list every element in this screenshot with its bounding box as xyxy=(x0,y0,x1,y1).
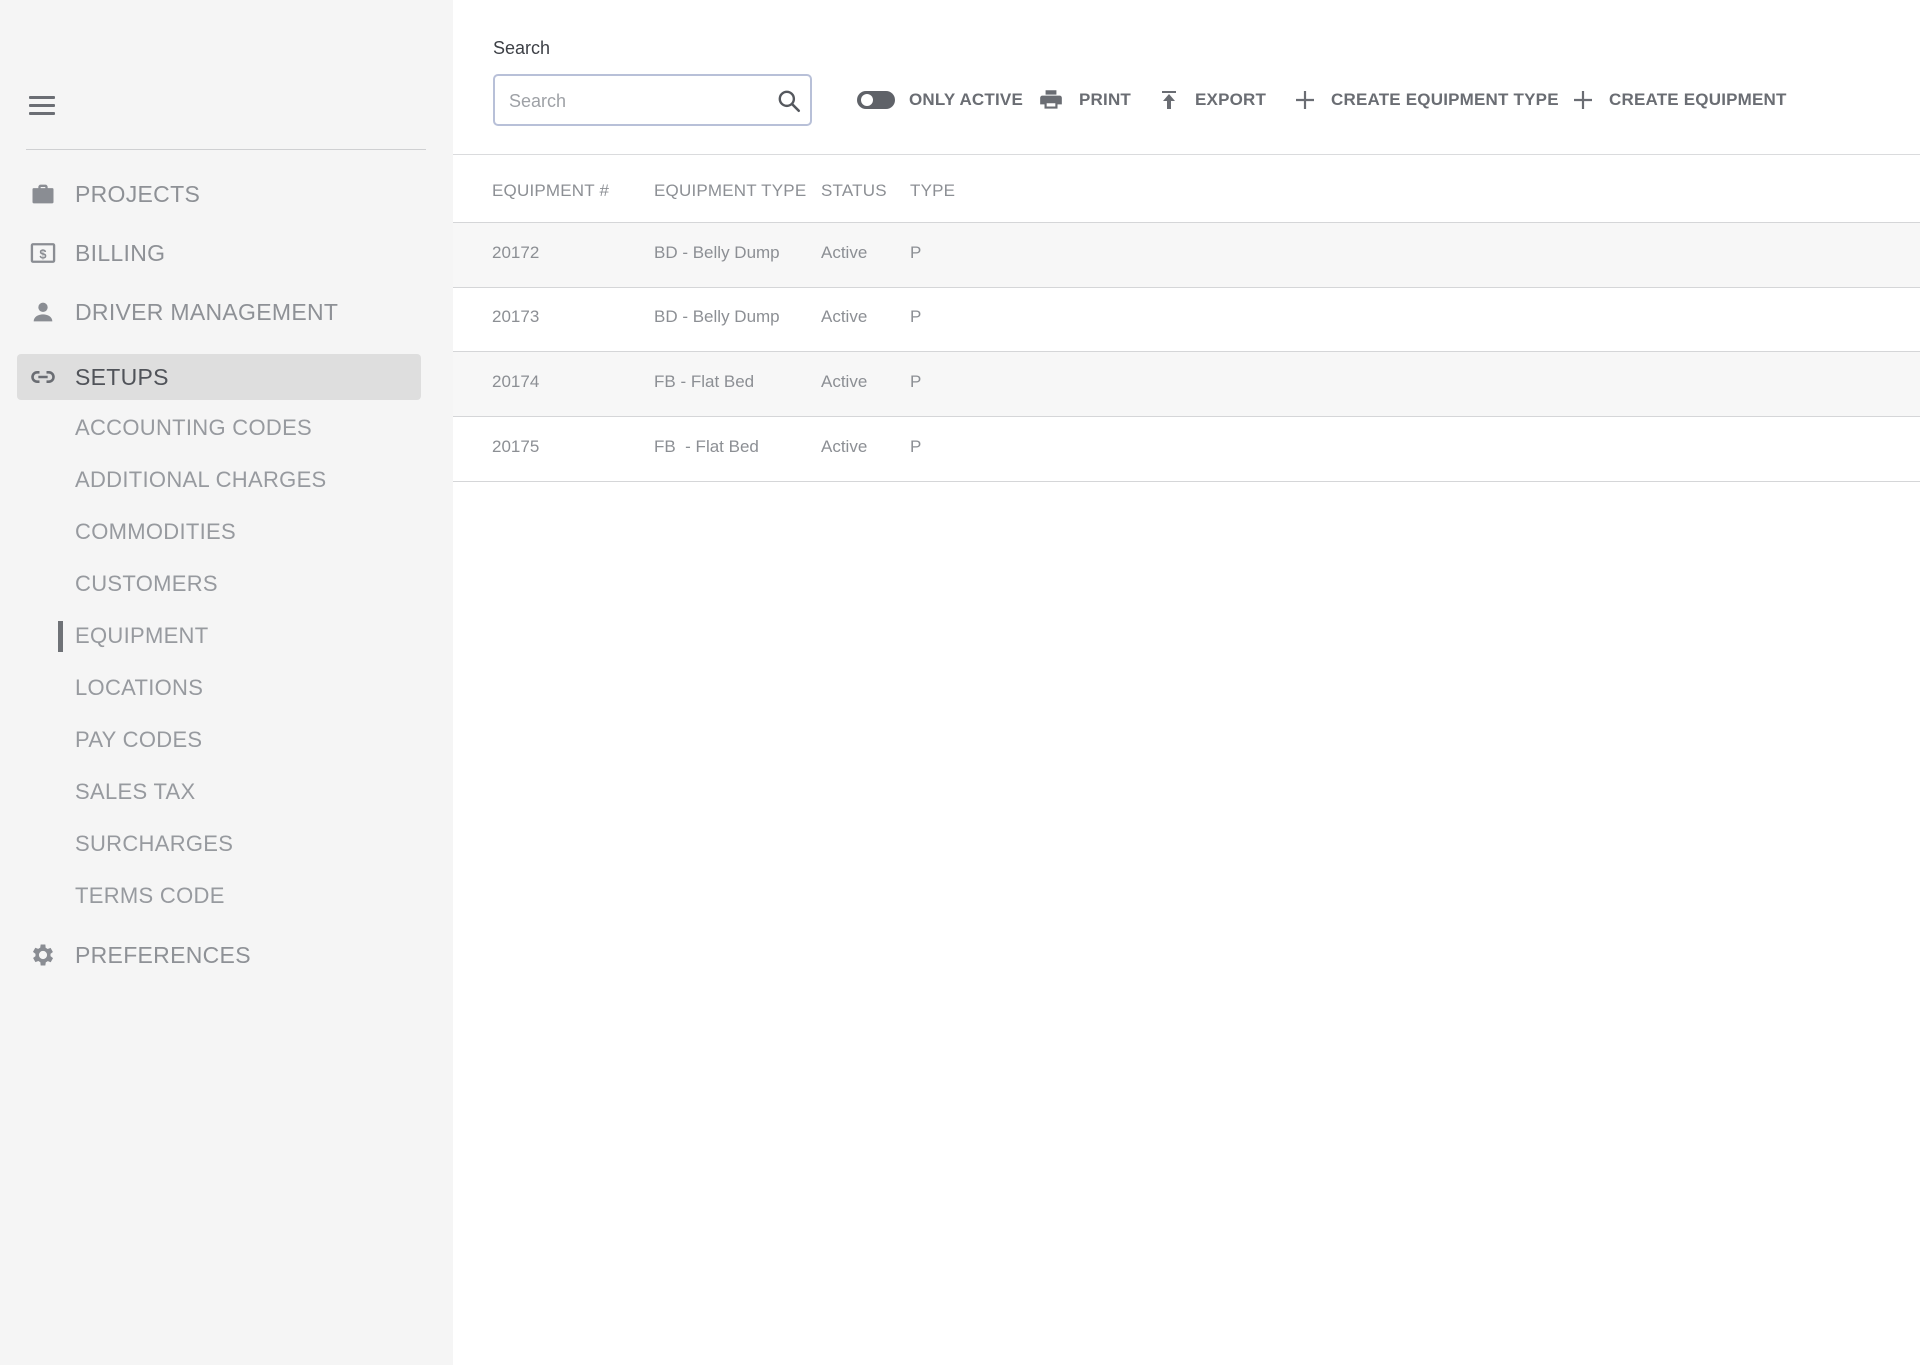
cell-equipment-type: BD - Belly Dump xyxy=(654,307,780,326)
nav-item-preferences[interactable]: PREFERENCES xyxy=(17,932,421,978)
table-row[interactable]: 20175 FB - Flat Bed Active P xyxy=(453,417,1920,482)
printer-icon xyxy=(1040,90,1062,109)
nav-item-setups[interactable]: SETUPS xyxy=(17,354,421,400)
create-equipment-label: CREATE EQUIPMENT xyxy=(1609,90,1787,109)
cell-status: Active xyxy=(821,307,868,326)
active-item-indicator xyxy=(58,621,63,652)
toggle-switch-icon xyxy=(857,91,895,109)
cell-equipment-number: 20172 xyxy=(492,243,540,262)
nav-label: DRIVER MANAGEMENT xyxy=(75,298,339,325)
cell-type: P xyxy=(910,372,922,391)
plus-icon xyxy=(1296,91,1314,109)
print-button[interactable]: PRINT xyxy=(1037,82,1131,118)
cell-status: Active xyxy=(821,437,868,456)
nav-item-driver-management[interactable]: DRIVER MANAGEMENT xyxy=(17,289,421,335)
gear-icon xyxy=(32,944,54,966)
export-button[interactable]: EXPORT xyxy=(1157,82,1266,118)
table-row[interactable]: 20173 BD - Belly Dump Active P xyxy=(453,287,1920,352)
export-label: EXPORT xyxy=(1195,90,1267,109)
only-active-toggle[interactable]: ONLY ACTIVE xyxy=(857,82,1023,118)
print-label: PRINT xyxy=(1079,90,1131,109)
cell-type: P xyxy=(910,243,922,262)
search-label: Search xyxy=(493,38,551,58)
svg-text:$: $ xyxy=(39,246,46,261)
sidebar-divider xyxy=(26,149,426,150)
cell-equipment-type: FB - Flat Bed xyxy=(654,437,759,456)
nav-label: PREFERENCES xyxy=(75,941,251,968)
column-header-equipment-type[interactable]: EQUIPMENT TYPE xyxy=(654,181,806,201)
menu-icon[interactable] xyxy=(29,96,55,116)
nav-item-projects[interactable]: PROJECTS xyxy=(17,171,421,217)
briefcase-icon xyxy=(32,184,54,204)
cell-type: P xyxy=(910,437,922,456)
person-icon xyxy=(33,302,53,322)
cell-status: Active xyxy=(821,243,868,262)
search-icon[interactable] xyxy=(776,88,802,114)
search-input[interactable] xyxy=(507,76,771,126)
create-equipment-type-button[interactable]: CREATE EQUIPMENT TYPE xyxy=(1293,82,1559,118)
nav-item-billing[interactable]: $ BILLING xyxy=(17,230,421,276)
table-header: EQUIPMENT # EQUIPMENT TYPE STATUS TYPE xyxy=(453,155,1920,223)
nav-label: SETUPS xyxy=(75,363,169,390)
sidebar-item-sales-tax[interactable]: SALES TAX xyxy=(75,772,196,812)
plus-icon xyxy=(1574,91,1592,109)
sidebar-item-additional-charges[interactable]: ADDITIONAL CHARGES xyxy=(75,460,327,500)
cell-equipment-number: 20175 xyxy=(492,437,540,456)
cell-type: P xyxy=(910,307,922,326)
create-equipment-button[interactable]: CREATE EQUIPMENT xyxy=(1571,82,1787,118)
search-field xyxy=(493,74,812,126)
cell-equipment-type: BD - Belly Dump xyxy=(654,243,780,262)
upload-icon xyxy=(1162,91,1176,109)
cell-equipment-number: 20173 xyxy=(492,307,540,326)
sidebar-item-surcharges[interactable]: SURCHARGES xyxy=(75,824,233,864)
cell-status: Active xyxy=(821,372,868,391)
sidebar: PROJECTS $ BILLING DRIVER MANAGEMENT SET… xyxy=(0,0,453,1365)
sidebar-item-accounting-codes[interactable]: ACCOUNTING CODES xyxy=(75,408,312,448)
dollar-bill-icon: $ xyxy=(30,243,56,263)
sidebar-item-locations[interactable]: LOCATIONS xyxy=(75,668,203,708)
link-icon xyxy=(31,371,55,383)
column-header-type[interactable]: TYPE xyxy=(910,181,955,201)
table-row[interactable]: 20172 BD - Belly Dump Active P xyxy=(453,223,1920,288)
sidebar-item-terms-code[interactable]: TERMS CODE xyxy=(75,876,225,916)
column-header-status[interactable]: STATUS xyxy=(821,181,887,201)
nav-label: PROJECTS xyxy=(75,180,201,207)
create-equipment-type-label: CREATE EQUIPMENT TYPE xyxy=(1331,90,1559,109)
column-header-equipment-number[interactable]: EQUIPMENT # xyxy=(492,181,609,201)
cell-equipment-type: FB - Flat Bed xyxy=(654,372,755,391)
sidebar-item-commodities[interactable]: COMMODITIES xyxy=(75,512,236,552)
nav-label: BILLING xyxy=(75,239,166,266)
only-active-label: ONLY ACTIVE xyxy=(909,90,1023,109)
sidebar-item-customers[interactable]: CUSTOMERS xyxy=(75,564,218,604)
sidebar-item-equipment[interactable]: EQUIPMENT xyxy=(75,616,209,656)
cell-equipment-number: 20174 xyxy=(492,372,540,391)
sidebar-item-pay-codes[interactable]: PAY CODES xyxy=(75,720,202,760)
table-row[interactable]: 20174 FB - Flat Bed Active P xyxy=(453,352,1920,417)
